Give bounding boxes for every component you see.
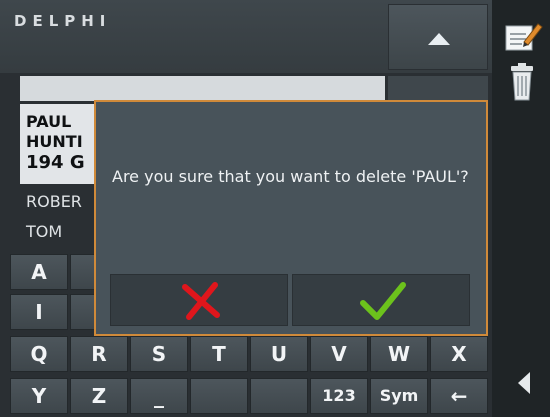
edit-note-icon	[505, 23, 543, 51]
list-item[interactable]: TOM	[26, 222, 62, 241]
key-i[interactable]: I	[10, 294, 68, 330]
right-toolbar	[492, 0, 550, 417]
key-space[interactable]	[190, 378, 248, 414]
search-side-button[interactable]	[388, 76, 488, 101]
selected-name: PAUL	[26, 112, 72, 131]
key-x[interactable]: X	[430, 336, 488, 372]
green-check-icon	[360, 282, 406, 320]
list-item[interactable]: ROBER	[26, 192, 82, 211]
back-arrow-icon	[518, 372, 530, 394]
delete-button[interactable]	[500, 62, 544, 102]
key-numbers[interactable]: 123	[310, 378, 368, 414]
brand-logo: DELPHI	[14, 12, 112, 30]
trash-icon	[511, 63, 533, 101]
selected-surname: HUNTI	[26, 132, 83, 151]
arrow-up-icon	[428, 33, 450, 45]
key-q[interactable]: Q	[10, 336, 68, 372]
header: DELPHI	[0, 0, 492, 73]
key-u[interactable]: U	[250, 336, 308, 372]
dialog-message: Are you sure that you want to delete 'PA…	[112, 167, 469, 186]
key-symbols[interactable]: Sym	[370, 378, 428, 414]
key-underscore[interactable]: _	[130, 378, 188, 414]
confirm-delete-dialog: Are you sure that you want to delete 'PA…	[94, 100, 488, 336]
scroll-up-button[interactable]	[388, 4, 488, 70]
key-s[interactable]: S	[130, 336, 188, 372]
key-w[interactable]: W	[370, 336, 428, 372]
key-r[interactable]: R	[70, 336, 128, 372]
selected-address: 194 G	[26, 152, 85, 173]
red-x-icon	[182, 282, 220, 320]
key-backspace[interactable]: ←	[430, 378, 488, 414]
edit-button[interactable]	[500, 16, 544, 56]
back-button[interactable]	[500, 364, 544, 404]
key-t[interactable]: T	[190, 336, 248, 372]
key-z[interactable]: Z	[70, 378, 128, 414]
key-y[interactable]: Y	[10, 378, 68, 414]
key-a[interactable]: A	[10, 254, 68, 290]
key-space[interactable]	[250, 378, 308, 414]
search-input[interactable]	[20, 76, 385, 101]
navigation-screen: DELPHI PAUL HUNTI 194 G ROBER TOM A I Q …	[0, 0, 550, 417]
confirm-button[interactable]	[292, 274, 470, 326]
cancel-button[interactable]	[110, 274, 288, 326]
key-v[interactable]: V	[310, 336, 368, 372]
